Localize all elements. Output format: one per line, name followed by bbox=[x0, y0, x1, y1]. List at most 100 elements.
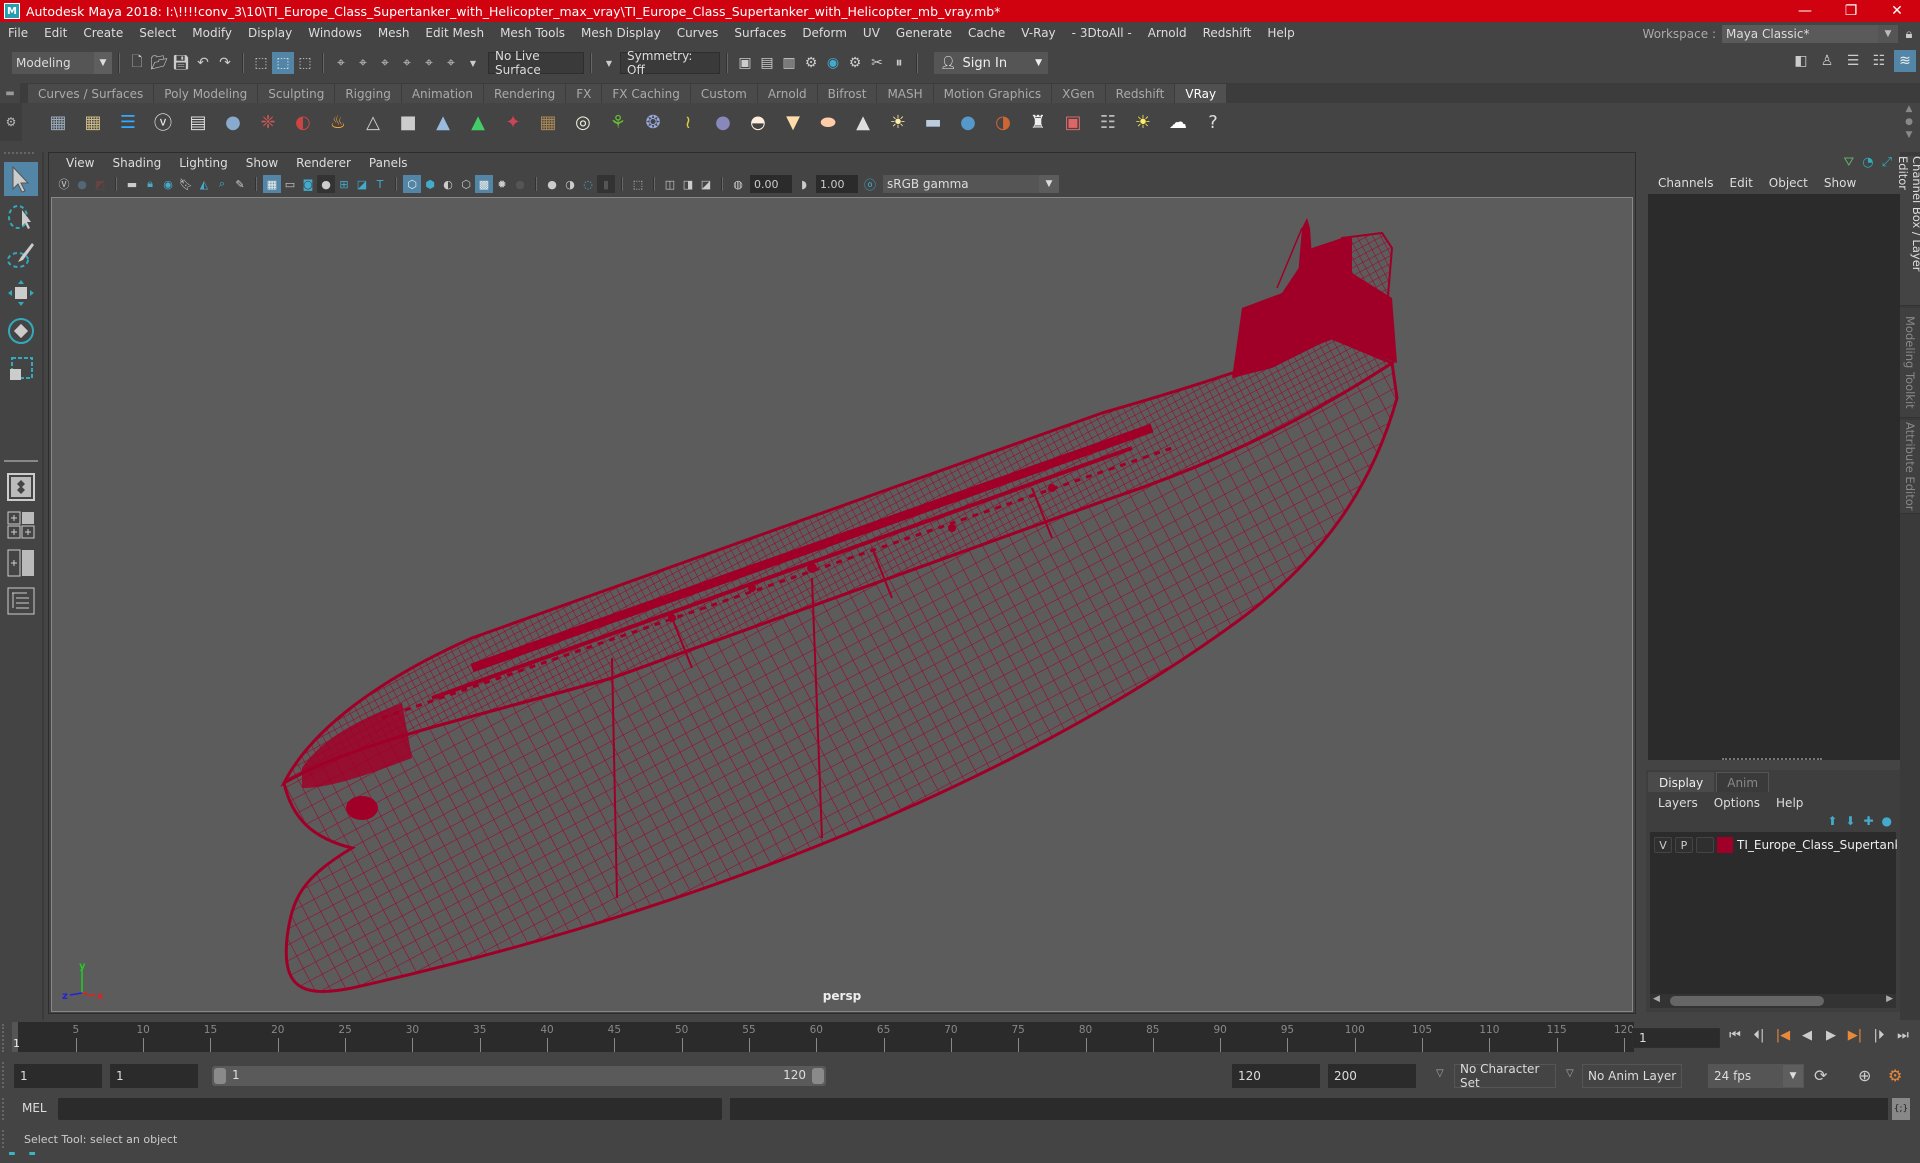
maximize-button[interactable]: ❐ bbox=[1828, 0, 1874, 22]
textured-icon[interactable]: ▩ bbox=[475, 175, 493, 193]
viewport-menu-shading[interactable]: Shading bbox=[103, 156, 170, 170]
gamma-field[interactable]: 1.00 bbox=[816, 175, 858, 193]
new-empty-layer-icon[interactable]: ✚ bbox=[1863, 814, 1873, 828]
menu-set-dropdown[interactable]: Modeling ▼ bbox=[12, 52, 112, 74]
lock-camera-icon[interactable]: 🔒︎ bbox=[141, 175, 159, 193]
render-settings-icon[interactable]: ⚙ bbox=[800, 52, 822, 74]
redo-icon[interactable]: ↷ bbox=[214, 52, 236, 74]
default-material-icon[interactable]: ◐ bbox=[439, 175, 457, 193]
live-surface-field[interactable]: No Live Surface bbox=[488, 49, 584, 77]
menu-edit-mesh[interactable]: Edit Mesh bbox=[417, 26, 492, 40]
use-all-lights-icon[interactable]: ✹ bbox=[493, 175, 511, 193]
xray-icon[interactable]: ◫ bbox=[661, 175, 679, 193]
render-frame-icon[interactable]: ▣ bbox=[734, 52, 756, 74]
channel-box-layer-editor-icon[interactable]: ≋ bbox=[1894, 50, 1916, 72]
loop-icon[interactable]: ⟳ bbox=[1814, 1066, 1827, 1085]
film-gate-icon[interactable]: ▭ bbox=[281, 175, 299, 193]
step-back-frame-icon[interactable]: ⏴| bbox=[1750, 1028, 1768, 1043]
shelf-tab-mash[interactable]: MASH bbox=[877, 84, 933, 103]
menu-help[interactable]: Help bbox=[1259, 26, 1302, 40]
vray-help-icon[interactable]: ? bbox=[1197, 106, 1229, 138]
play-backwards-icon[interactable]: ◀ bbox=[1798, 1028, 1816, 1043]
menu-deform[interactable]: Deform bbox=[794, 26, 855, 40]
expand-icon[interactable]: ⤢ bbox=[1882, 155, 1892, 170]
vray-plane-light-icon[interactable]: ▬ bbox=[917, 106, 949, 138]
vray-sphere-light-icon[interactable]: ● bbox=[217, 106, 249, 138]
vray-cone-light-icon[interactable]: ▲ bbox=[847, 106, 879, 138]
go-to-end-icon[interactable]: ⏭ bbox=[1894, 1028, 1912, 1043]
lock-icon[interactable]: 🔒︎ bbox=[1898, 27, 1920, 42]
vray-dome-grid-icon[interactable]: ◎ bbox=[567, 106, 599, 138]
menu-uv[interactable]: UV bbox=[855, 26, 888, 40]
tab-attribute-editor[interactable]: Attribute Editor bbox=[1900, 420, 1920, 514]
undo-icon[interactable]: ↶ bbox=[192, 52, 214, 74]
shelf-menu-icon[interactable]: ▬ bbox=[0, 83, 20, 103]
vray-toggle-icon[interactable]: Ⓥ bbox=[55, 175, 73, 193]
vray-framebuffer-icon[interactable]: ▤ bbox=[182, 106, 214, 138]
wireframe-on-shaded-icon[interactable]: ⬡ bbox=[457, 175, 475, 193]
vray-render-view-icon[interactable]: ▣ bbox=[1057, 106, 1089, 138]
menu-file[interactable]: File bbox=[0, 26, 36, 40]
motion-blur-icon[interactable]: ◑ bbox=[561, 175, 579, 193]
viewport-menu-view[interactable]: View bbox=[57, 156, 103, 170]
channels-menu[interactable]: Channels bbox=[1650, 176, 1722, 190]
timeline-track[interactable]: 1 5 10 15 20 25 30 35 40 45 50 55 60 65 70 75 80 85 90 95 1… bbox=[12, 1022, 1634, 1052]
lasso-tool-button[interactable] bbox=[4, 200, 38, 234]
save-scene-icon[interactable]: 💾︎ bbox=[170, 52, 192, 74]
vray-checker-icon[interactable]: ♜ bbox=[1022, 106, 1054, 138]
vray-sphere-shade-icon[interactable]: ● bbox=[952, 106, 984, 138]
menu-display[interactable]: Display bbox=[240, 26, 300, 40]
vray-spot-light-icon[interactable]: ▼ bbox=[777, 106, 809, 138]
gamma-icon[interactable]: ◗ bbox=[795, 175, 813, 193]
safe-title-icon[interactable]: T bbox=[371, 175, 389, 193]
chevron-down-icon[interactable]: ▽ bbox=[1566, 1068, 1574, 1079]
viewport-menu-lighting[interactable]: Lighting bbox=[170, 156, 237, 170]
current-frame-field[interactable]: 1 bbox=[1632, 1028, 1720, 1048]
shelf-scroller[interactable]: ▲ ● ▼ bbox=[1902, 103, 1916, 141]
shelf-tab-poly-modeling[interactable]: Poly Modeling bbox=[154, 84, 258, 103]
layer-name[interactable]: TI_Europe_Class_Supertanker_ bbox=[1737, 838, 1897, 852]
command-input[interactable] bbox=[58, 1098, 722, 1120]
xray-active-icon[interactable]: ◨ bbox=[679, 175, 697, 193]
options-menu[interactable]: Options bbox=[1706, 796, 1768, 810]
isolate-select-icon[interactable]: ⬚ bbox=[629, 175, 647, 193]
playback-end-field[interactable]: 120 bbox=[1232, 1064, 1320, 1088]
vray-light-lister-icon[interactable]: ☀ bbox=[1127, 106, 1159, 138]
sign-in-button[interactable]: 👤︎ Sign In ▼ bbox=[934, 52, 1048, 74]
step-back-key-icon[interactable]: |◀ bbox=[1774, 1028, 1792, 1043]
vray-cube-icon[interactable]: ■ bbox=[392, 106, 424, 138]
workspace-dropdown[interactable]: Maya Classic* ▼ bbox=[1722, 25, 1898, 43]
chevron-down-icon[interactable]: ▽ bbox=[1436, 1068, 1444, 1079]
ipr-render-icon[interactable]: ▥ bbox=[778, 52, 800, 74]
scroll-right-icon[interactable]: ▶ bbox=[1886, 994, 1893, 1004]
script-editor-icon[interactable]: {;} bbox=[1892, 1098, 1910, 1120]
playback-range-bar[interactable]: 1 120 bbox=[212, 1066, 826, 1086]
vray-materials-icon[interactable]: ◐ bbox=[287, 106, 319, 138]
scene-start-field[interactable]: 1 bbox=[14, 1064, 102, 1088]
tab-modeling-toolkit[interactable]: Modeling Toolkit bbox=[1900, 308, 1920, 418]
smooth-shade-icon[interactable]: ⬢ bbox=[421, 175, 439, 193]
shelf-tab-motion-graphics[interactable]: Motion Graphics bbox=[933, 84, 1052, 103]
light-editor-icon[interactable]: ✂ bbox=[866, 52, 888, 74]
scroll-up-icon[interactable]: ▲ bbox=[1906, 104, 1913, 114]
paint-select-tool-button[interactable] bbox=[4, 238, 38, 272]
range-end-handle[interactable] bbox=[812, 1068, 824, 1084]
channelbox-show-menu[interactable]: Show bbox=[1816, 176, 1864, 190]
go-to-start-icon[interactable]: ⏮ bbox=[1726, 1028, 1744, 1043]
select-tool-button[interactable] bbox=[4, 162, 38, 196]
layer-playback-toggle[interactable]: P bbox=[1675, 837, 1693, 853]
menu-modify[interactable]: Modify bbox=[184, 26, 240, 40]
menu-arnold[interactable]: Arnold bbox=[1140, 26, 1195, 40]
exposure-icon[interactable]: ◍ bbox=[729, 175, 747, 193]
tab-channel-box-layer-editor[interactable]: Channel Box / Layer Editor bbox=[1896, 156, 1920, 306]
snap-projected-center-icon[interactable]: ⌖ bbox=[396, 52, 418, 74]
speed-icon[interactable]: ◔ bbox=[1862, 155, 1873, 170]
vray-ipr-icon[interactable]: ● bbox=[73, 175, 91, 193]
wireframe-icon[interactable]: ⬡ bbox=[403, 175, 421, 193]
move-layer-down-icon[interactable]: ⬇︎ bbox=[1845, 814, 1855, 828]
chevron-down-icon[interactable]: ▼ bbox=[462, 52, 484, 74]
shelf-tab-custom[interactable]: Custom bbox=[690, 84, 757, 103]
step-forward-key-icon[interactable]: ▶| bbox=[1846, 1028, 1864, 1043]
layer-help-menu[interactable]: Help bbox=[1768, 796, 1811, 810]
vray-lens-icon[interactable]: ◑ bbox=[987, 106, 1019, 138]
